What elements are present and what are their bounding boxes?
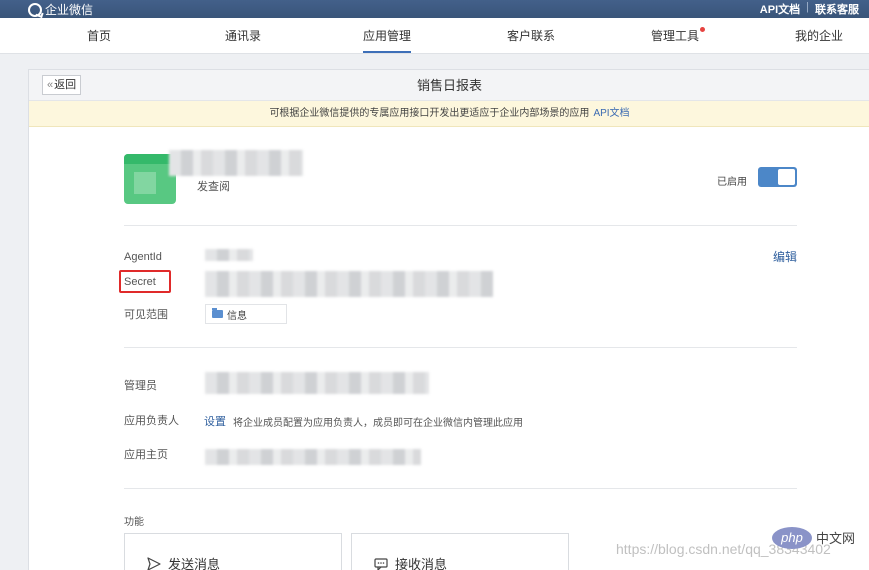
secret-label: Secret: [124, 276, 156, 288]
nav-contacts[interactable]: 通讯录: [225, 18, 261, 54]
nav-my-company-label: 我的企业: [794, 29, 844, 43]
message-icon: [374, 557, 388, 570]
wecom-logo-icon: [28, 2, 42, 17]
main-nav: 首页 通讯录 应用管理 客户联系 管理工具 我的企业: [0, 18, 869, 54]
divider: |: [806, 1, 809, 13]
folder-icon: [212, 308, 223, 318]
divider: [124, 488, 797, 489]
send-message-label: 发送消息: [168, 557, 221, 570]
top-bar: 企业微信 API文档 | 联系客服: [0, 0, 869, 18]
contact-support-link[interactable]: 联系客服: [815, 1, 859, 17]
setup-owner-link[interactable]: 设置: [204, 413, 226, 429]
php-logo: php: [772, 527, 812, 549]
api-docs-link[interactable]: API文档: [760, 1, 800, 17]
back-button[interactable]: « 返回: [42, 75, 82, 95]
nav-customer-contact[interactable]: 客户联系: [507, 18, 555, 54]
nav-app-management[interactable]: 应用管理: [362, 18, 412, 54]
back-label: 返回: [54, 79, 77, 91]
notice-api-docs-link[interactable]: API文档: [593, 108, 629, 119]
send-icon: [147, 556, 161, 570]
app-homepage-label: 应用主页: [124, 449, 168, 461]
app-detail-panel: 销售日报表 « 返回 可根据企业微信提供的专属应用接口开发出更适应于企业内部场景…: [28, 69, 869, 570]
agentid-label: AgentId: [124, 251, 162, 263]
page-title: 销售日报表: [416, 78, 482, 93]
nav-home[interactable]: 首页: [87, 18, 111, 54]
nav-management-tools[interactable]: 管理工具: [650, 18, 706, 54]
top-links: API文档 | 联系客服: [760, 1, 859, 17]
divider: [124, 225, 797, 226]
receive-message-label: 接收消息: [395, 557, 448, 570]
brand[interactable]: 企业微信: [28, 1, 93, 18]
visible-range-tag[interactable]: 信息: [205, 304, 287, 324]
nav-contacts-label: 通讯录: [224, 29, 262, 43]
visible-range-label: 可见范围: [124, 309, 168, 321]
edit-link[interactable]: 编辑: [773, 248, 797, 265]
admin-list-redacted: [205, 372, 429, 394]
receive-message-card[interactable]: 接收消息: [351, 533, 569, 570]
app-description: 发查阅: [197, 181, 230, 193]
notice-text: 可根据企业微信提供的专属应用接口开发出更适应于企业内部场景的应用: [269, 108, 590, 119]
visible-range-value: 信息: [227, 310, 247, 322]
notification-dot: [700, 27, 706, 32]
admin-label: 管理员: [124, 380, 157, 392]
nav-app-management-label: 应用管理: [362, 29, 412, 43]
setup-owner-hint: 将企业成员配置为应用负责人，成员即可在企业微信内管理此应用: [233, 418, 523, 429]
nav-my-company[interactable]: 我的企业: [795, 18, 843, 54]
php-site-name: 中文网: [816, 531, 856, 546]
app-owner-label: 应用负责人: [124, 415, 179, 427]
nav-home-label: 首页: [86, 29, 112, 43]
app-enabled-toggle[interactable]: [758, 167, 797, 187]
panel-header: 销售日报表 « 返回: [29, 70, 869, 101]
back-arrow-icon: «: [47, 79, 54, 91]
app-name-redacted: [169, 150, 303, 176]
nav-management-tools-label: 管理工具: [650, 29, 700, 43]
divider: [124, 347, 797, 348]
app-homepage-redacted: [205, 449, 421, 465]
brand-name: 企业微信: [45, 3, 94, 17]
send-message-card[interactable]: 发送消息: [124, 533, 342, 570]
info-notice: 可根据企业微信提供的专属应用接口开发出更适应于企业内部场景的应用 API文档: [29, 101, 869, 127]
functions-section-title: 功能: [124, 517, 144, 528]
agentid-value-redacted: [205, 249, 253, 261]
secret-value-redacted: [205, 271, 493, 297]
enabled-status-label: 已启用: [717, 177, 747, 188]
nav-customer-contact-label: 客户联系: [506, 29, 556, 43]
